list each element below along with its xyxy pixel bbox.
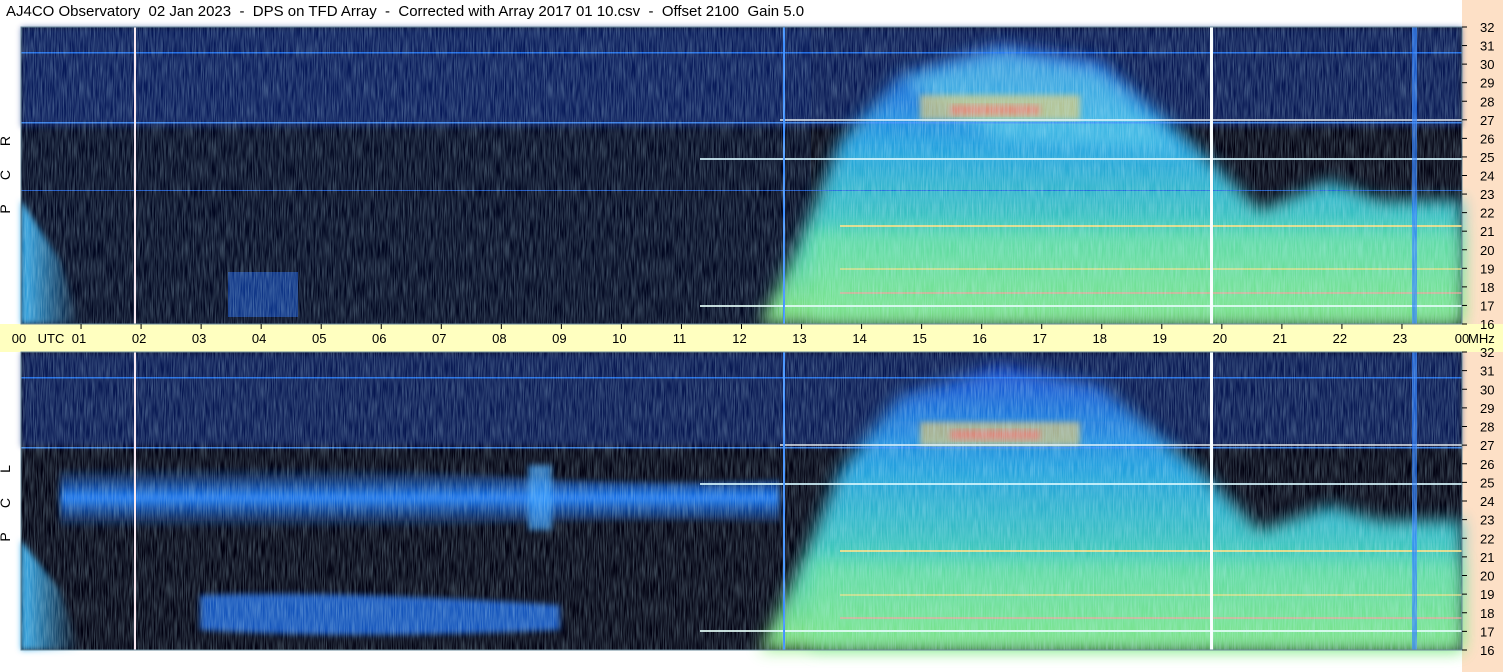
time-tick-label: 18 xyxy=(1093,331,1107,346)
time-tick-label: 12 xyxy=(732,331,746,346)
spectrogram-chart: 00 UTC 01 02 03 04 05 06 07 08 09 10 11 12 13 14 15 16 17 1… xyxy=(0,0,1503,672)
time-tick-label: UTC xyxy=(38,331,65,346)
freq-tick-label: 31 xyxy=(1480,364,1494,379)
time-tick-label: 19 xyxy=(1153,331,1167,346)
freq-unit-label: MHz xyxy=(1468,331,1495,346)
freq-tick-label: 17 xyxy=(1480,298,1494,313)
freq-tick-label: 21 xyxy=(1480,550,1494,565)
time-tick-label: 03 xyxy=(192,331,206,346)
time-tick-label: 06 xyxy=(372,331,386,346)
freq-tick-label: 23 xyxy=(1480,513,1494,528)
freq-tick-label: 17 xyxy=(1480,624,1494,639)
time-tick-label: 22 xyxy=(1333,331,1347,346)
panel-label-letter: P xyxy=(0,532,13,541)
freq-tick-label: 16 xyxy=(1480,643,1494,658)
freq-tick-label: 32 xyxy=(1480,20,1494,35)
freq-tick-label: 31 xyxy=(1480,39,1494,54)
time-tick-label: 00 xyxy=(12,331,26,346)
time-tick-label: 04 xyxy=(252,331,266,346)
freq-tick-label: 21 xyxy=(1480,224,1494,239)
freq-tick-label: 30 xyxy=(1480,382,1494,397)
freq-tick-label: 16 xyxy=(1480,317,1494,332)
freq-tick-label: 27 xyxy=(1480,438,1494,453)
panel-label-letter: P xyxy=(0,204,13,213)
freq-tick-label: 22 xyxy=(1480,531,1494,546)
panel-label-letter: R xyxy=(0,136,13,146)
freq-tick-label: 29 xyxy=(1480,76,1494,91)
panel-label-letter: C xyxy=(0,498,13,508)
time-tick-label: 10 xyxy=(612,331,626,346)
time-tick-label: 08 xyxy=(492,331,506,346)
freq-tick-label: 32 xyxy=(1480,345,1494,360)
freq-tick-label: 28 xyxy=(1480,420,1494,435)
time-tick-label: 20 xyxy=(1213,331,1227,346)
time-tick-label: 02 xyxy=(132,331,146,346)
time-tick-label: 09 xyxy=(552,331,566,346)
time-tick-label: 15 xyxy=(912,331,926,346)
time-tick-label: 14 xyxy=(852,331,866,346)
freq-tick-label: 24 xyxy=(1480,494,1494,509)
time-tick-label: 01 xyxy=(72,331,86,346)
freq-tick-label: 25 xyxy=(1480,150,1494,165)
time-tick-label: 07 xyxy=(432,331,446,346)
freq-tick-label: 27 xyxy=(1480,113,1494,128)
freq-tick-label: 18 xyxy=(1480,606,1494,621)
freq-tick-label: 26 xyxy=(1480,131,1494,146)
panel-label-letter: C xyxy=(0,170,13,180)
time-tick-label: 05 xyxy=(312,331,326,346)
rcp-panel xyxy=(21,27,1462,324)
freq-tick-label: 22 xyxy=(1480,206,1494,221)
time-tick-label: 13 xyxy=(792,331,806,346)
freq-tick-label: 18 xyxy=(1480,280,1494,295)
lcp-panel xyxy=(21,352,1462,650)
time-tick-label: 17 xyxy=(1032,331,1046,346)
freq-tick-label: 30 xyxy=(1480,57,1494,72)
time-tick-label: 23 xyxy=(1393,331,1407,346)
freq-tick-label: 26 xyxy=(1480,457,1494,472)
freq-tick-label: 29 xyxy=(1480,401,1494,416)
time-tick-label: 21 xyxy=(1273,331,1287,346)
time-tick-label: 16 xyxy=(972,331,986,346)
freq-tick-label: 20 xyxy=(1480,569,1494,584)
freq-tick-label: 28 xyxy=(1480,94,1494,109)
freq-tick-label: 19 xyxy=(1480,587,1494,602)
freq-tick-label: 24 xyxy=(1480,169,1494,184)
panel-label-letter: L xyxy=(0,465,13,473)
freq-tick-label: 20 xyxy=(1480,243,1494,258)
freq-tick-label: 23 xyxy=(1480,187,1494,202)
freq-tick-label: 19 xyxy=(1480,261,1494,276)
freq-tick-label: 25 xyxy=(1480,475,1494,490)
time-tick-label: 11 xyxy=(673,331,687,346)
